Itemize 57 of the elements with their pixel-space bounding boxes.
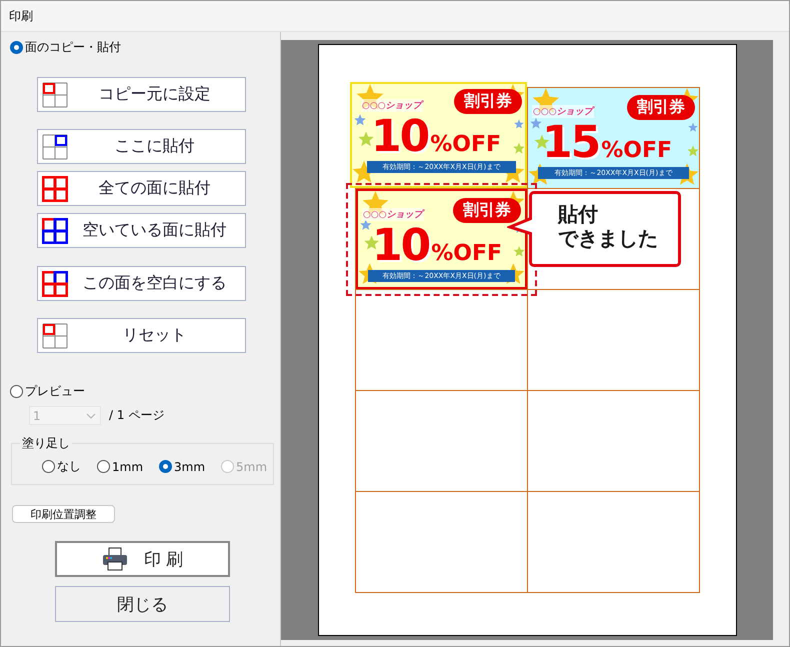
print-button[interactable]: 印 刷 (55, 541, 230, 577)
sheet-cell[interactable] (356, 492, 528, 593)
callout-text: 貼付 (558, 202, 599, 226)
print-label: 印 刷 (144, 548, 184, 570)
star-icon (354, 114, 366, 126)
caret-icon (86, 412, 96, 418)
sheet-cell[interactable] (356, 391, 528, 492)
coupon-badge: 割引券 (453, 198, 521, 222)
callout-text: できました (558, 226, 659, 250)
discount-unit: %OFF (430, 132, 502, 157)
discount-rate: 10 (371, 114, 428, 160)
grid-icon (42, 322, 68, 348)
shop-name: ○○○ショップ (362, 208, 424, 220)
star-icon (687, 145, 699, 156)
grid-icon (42, 176, 68, 202)
discount-rate: 10 (372, 223, 430, 269)
grid-icon (42, 82, 68, 108)
grid-icon (42, 134, 68, 160)
star-icon (688, 122, 698, 132)
radio-button[interactable]: 1mm (97, 460, 144, 474)
star-icon (513, 142, 525, 154)
shop-name: ○○○ショップ (532, 104, 594, 118)
window-title: 印刷 (9, 8, 33, 24)
close-button[interactable]: 閉じる (55, 586, 230, 622)
adjust-button[interactable]: 印刷位置調整 (12, 505, 115, 523)
action-button[interactable]: リセット (37, 318, 246, 353)
action-button[interactable]: 全ての面に貼付 (37, 171, 246, 206)
action-button[interactable]: この面を空白にする (37, 266, 246, 301)
coupon-badge: 割引券 (627, 94, 695, 120)
sheet-cell[interactable] (356, 290, 528, 391)
shop-name: ○○○ショップ (361, 98, 423, 112)
page-count: / 1 ページ (109, 407, 164, 424)
star-icon (360, 220, 372, 230)
grid-icon (42, 270, 68, 296)
sheet-cell[interactable] (528, 391, 700, 492)
sheet-cell[interactable] (528, 492, 700, 593)
discount-unit: %OFF (601, 138, 672, 163)
coupon-badge: 割引券 (454, 88, 522, 114)
grid-icon (42, 218, 68, 244)
printer-icon (102, 547, 128, 571)
star-icon (514, 246, 525, 256)
group-legend: 塗り足し (20, 435, 72, 452)
star-icon (514, 119, 524, 128)
radio-button[interactable]: 面のコピー・貼付 (10, 39, 280, 56)
discount-rate: 15 (542, 120, 600, 166)
star-icon (364, 236, 379, 250)
radio-button[interactable]: なし (42, 458, 81, 475)
star-icon (356, 84, 384, 110)
sheet-cell[interactable] (528, 290, 700, 391)
action-button[interactable]: ここに貼付 (37, 129, 246, 164)
radio-button[interactable]: プレビュー (10, 383, 280, 400)
radio-button[interactable]: 3mm (159, 460, 206, 474)
action-button[interactable]: 空いている面に貼付 (37, 213, 246, 248)
star-icon (530, 118, 542, 128)
discount-unit: %OFF (431, 241, 502, 266)
action-button[interactable]: コピー元に設定 (37, 77, 246, 112)
star-icon (358, 131, 374, 146)
